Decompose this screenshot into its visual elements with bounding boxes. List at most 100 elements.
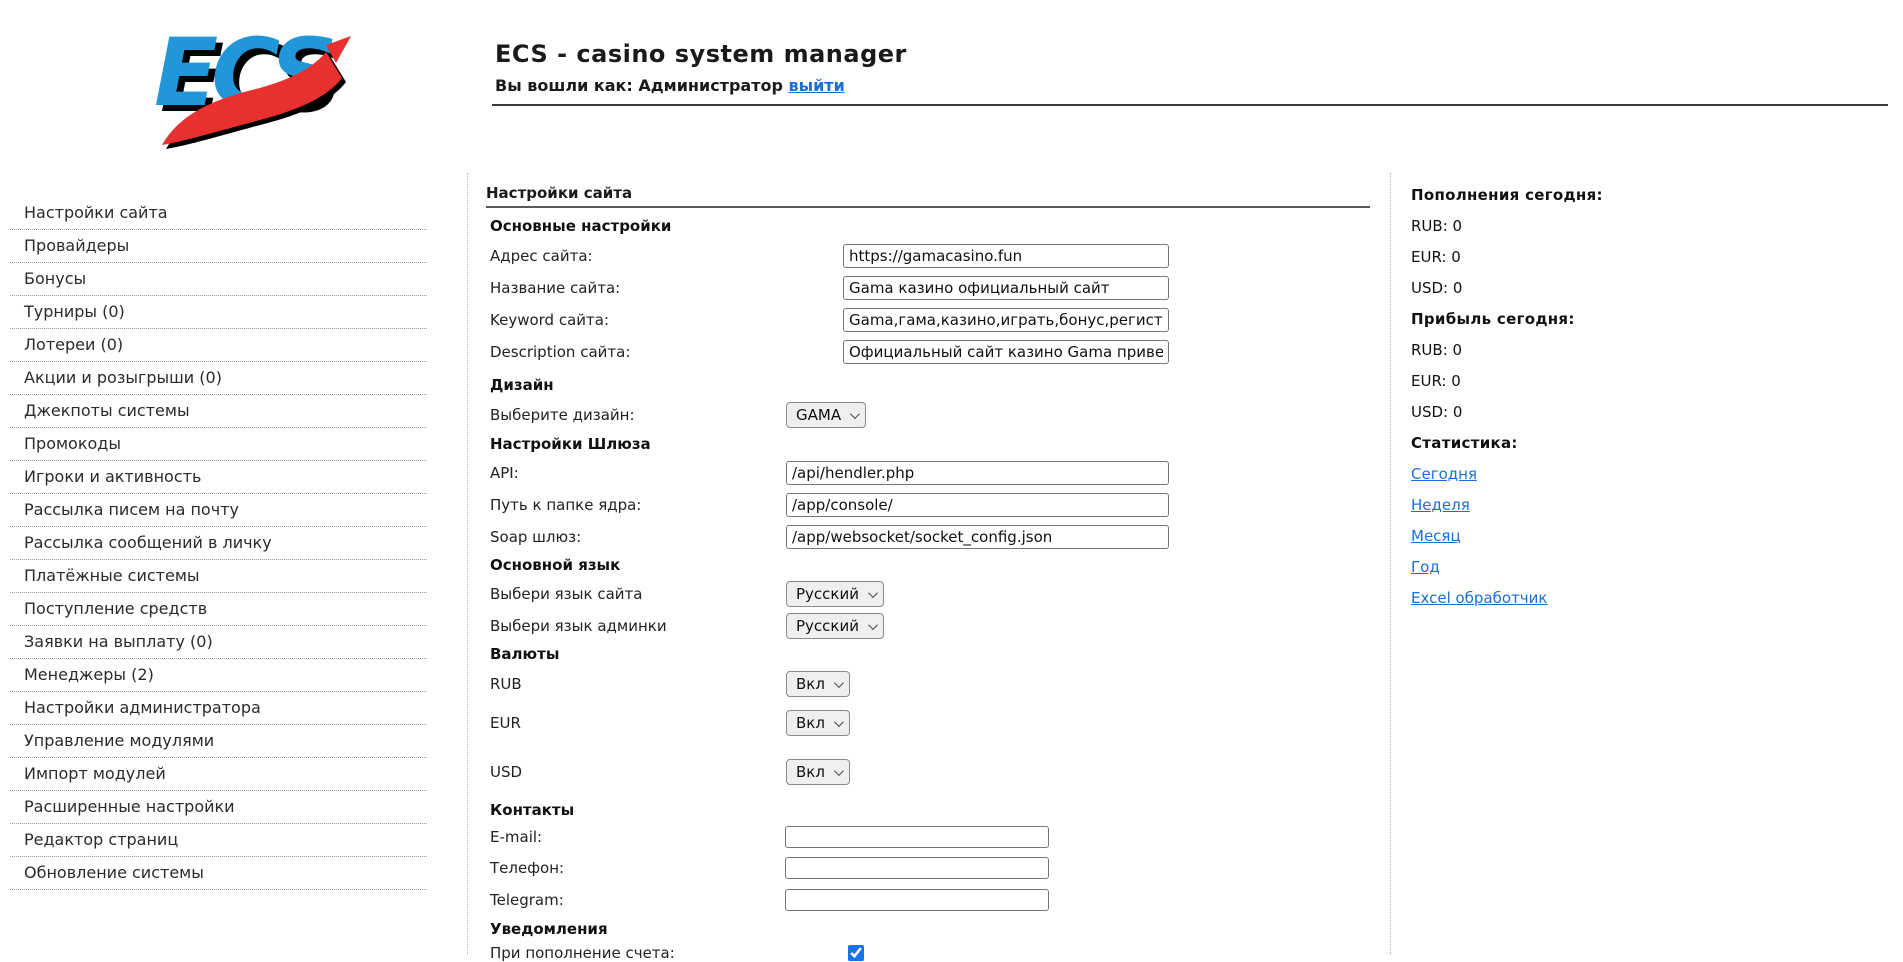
logout-link[interactable]: выйти <box>789 76 845 95</box>
section-gateway: Настройки Шлюза <box>490 437 1390 452</box>
form-row: EUR Вкл <box>490 710 1390 736</box>
form-row: Выбери язык сайта Русский <box>490 581 1390 607</box>
admin-lang-select[interactable]: Русский <box>786 613 884 639</box>
form-row: Keyword сайта: <box>490 308 1390 332</box>
design-select[interactable]: GAMA <box>786 402 866 428</box>
sidebar-item-incoming-funds[interactable]: Поступление средств <box>10 593 427 626</box>
sidebar-item-admin-settings[interactable]: Настройки администратора <box>10 692 427 725</box>
section-language: Основной язык <box>490 558 1390 573</box>
admin-lang-select-value: Русский <box>796 617 859 635</box>
sidebar-item-payment-systems[interactable]: Платёжные системы <box>10 560 427 593</box>
chevron-down-icon <box>850 409 860 419</box>
sidebar-item-advanced-settings[interactable]: Расширенные настройки <box>10 791 427 824</box>
form-row: Путь к папке ядра: <box>490 493 1390 517</box>
sidebar-item-players[interactable]: Игроки и активность <box>10 461 427 494</box>
sidebar-item-promotions[interactable]: Акции и розыгрыши (0) <box>10 362 427 395</box>
soap-gateway-label: Soap шлюз: <box>490 528 786 546</box>
section-basic-settings: Основные настройки <box>490 219 1390 234</box>
rub-select[interactable]: Вкл <box>786 671 850 697</box>
section-contacts: Контакты <box>490 803 1390 818</box>
sidebar-nav: Настройки сайта Провайдеры Бонусы Турнир… <box>10 197 427 890</box>
profit-eur: EUR: 0 <box>1411 373 1711 389</box>
section-currencies: Валюты <box>490 647 1390 662</box>
profit-rub: RUB: 0 <box>1411 342 1711 358</box>
login-status-text: Вы вошли как: Администратор <box>495 76 783 95</box>
keywords-input[interactable] <box>843 308 1169 332</box>
usd-label: USD <box>490 763 786 781</box>
sidebar-item-payout-requests[interactable]: Заявки на выплату (0) <box>10 626 427 659</box>
telegram-input[interactable] <box>785 889 1049 911</box>
stats-link-today[interactable]: Сегодня <box>1411 466 1477 482</box>
main-stats-divider <box>1390 173 1391 955</box>
sidebar-item-system-update[interactable]: Обновление системы <box>10 857 427 890</box>
description-input[interactable] <box>843 340 1169 364</box>
stats-link-week[interactable]: Неделя <box>1411 497 1470 513</box>
email-input[interactable] <box>785 826 1049 848</box>
form-row: RUB Вкл <box>490 671 1390 697</box>
main-panel: Настройки сайта Основные настройки Адрес… <box>477 178 1390 962</box>
api-input[interactable] <box>786 461 1169 485</box>
deposits-usd: USD: 0 <box>1411 280 1711 296</box>
chevron-down-icon <box>834 678 844 688</box>
sidebar-item-module-management[interactable]: Управление модулями <box>10 725 427 758</box>
site-settings-form: Основные настройки Адрес сайта: Название… <box>477 219 1390 962</box>
sidebar-item-managers[interactable]: Менеджеры (2) <box>10 659 427 692</box>
form-row: Soap шлюз: <box>490 525 1390 549</box>
section-notifications: Уведомления <box>490 922 1390 937</box>
sidebar-item-jackpots[interactable]: Джекпоты системы <box>10 395 427 428</box>
deposits-rub: RUB: 0 <box>1411 218 1711 234</box>
form-row: Выберите дизайн: GAMA <box>490 402 1390 428</box>
rub-label: RUB <box>490 675 786 693</box>
stats-link-excel[interactable]: Excel обработчик <box>1411 590 1547 606</box>
sidebar-item-pm-mailing[interactable]: Рассылка сообщений в личку <box>10 527 427 560</box>
sidebar-item-promocodes[interactable]: Промокоды <box>10 428 427 461</box>
sidebar-item-providers[interactable]: Провайдеры <box>10 230 427 263</box>
form-row: API: <box>490 461 1390 485</box>
sidebar-item-tournaments[interactable]: Турниры (0) <box>10 296 427 329</box>
rub-select-value: Вкл <box>796 675 825 693</box>
sidebar-item-bonuses[interactable]: Бонусы <box>10 263 427 296</box>
api-label: API: <box>490 464 786 482</box>
usd-select[interactable]: Вкл <box>786 759 850 785</box>
design-label: Выберите дизайн: <box>490 406 786 424</box>
sidebar-menu: Настройки сайта Провайдеры Бонусы Турнир… <box>10 197 427 890</box>
sidebar-item-lotteries[interactable]: Лотереи (0) <box>10 329 427 362</box>
chevron-down-icon <box>834 717 844 727</box>
page-title: Настройки сайта <box>486 185 1390 201</box>
usd-select-value: Вкл <box>796 763 825 781</box>
title-divider <box>486 206 1370 208</box>
site-address-input[interactable] <box>843 244 1169 268</box>
deposit-notify-checkbox[interactable] <box>848 945 864 961</box>
sidebar-main-divider <box>467 173 468 955</box>
telegram-label: Telegram: <box>490 891 785 909</box>
core-path-label: Путь к папке ядра: <box>490 496 786 514</box>
stats-link-month[interactable]: Месяц <box>1411 528 1461 544</box>
description-label: Description сайта: <box>490 343 843 361</box>
form-row: Выбери язык админки Русский <box>490 613 1390 639</box>
email-label: E-mail: <box>490 828 785 846</box>
form-row: Telegram: <box>490 889 1390 911</box>
eur-label: EUR <box>490 714 786 732</box>
sidebar-item-page-editor[interactable]: Редактор страниц <box>10 824 427 857</box>
soap-gateway-input[interactable] <box>786 525 1169 549</box>
site-lang-label: Выбери язык сайта <box>490 585 786 603</box>
header-divider <box>492 104 1888 106</box>
profit-usd: USD: 0 <box>1411 404 1711 420</box>
eur-select[interactable]: Вкл <box>786 710 850 736</box>
app-title: ECS - casino system manager <box>495 40 907 68</box>
site-lang-select[interactable]: Русский <box>786 581 884 607</box>
sidebar-item-site-settings[interactable]: Настройки сайта <box>10 197 427 230</box>
chevron-down-icon <box>868 588 878 598</box>
login-status-bar: Вы вошли как: Администратор выйти <box>495 76 845 95</box>
form-row: Название сайта: <box>490 276 1390 300</box>
phone-input[interactable] <box>785 857 1049 879</box>
deposit-notify-label: При пополнение счета: <box>490 944 848 962</box>
site-name-input[interactable] <box>843 276 1169 300</box>
eur-select-value: Вкл <box>796 714 825 732</box>
site-lang-select-value: Русский <box>796 585 859 603</box>
sidebar-item-module-import[interactable]: Импорт модулей <box>10 758 427 791</box>
form-row: USD Вкл <box>490 759 1390 785</box>
sidebar-item-email-mailing[interactable]: Рассылка писем на почту <box>10 494 427 527</box>
stats-link-year[interactable]: Год <box>1411 559 1440 575</box>
core-path-input[interactable] <box>786 493 1169 517</box>
